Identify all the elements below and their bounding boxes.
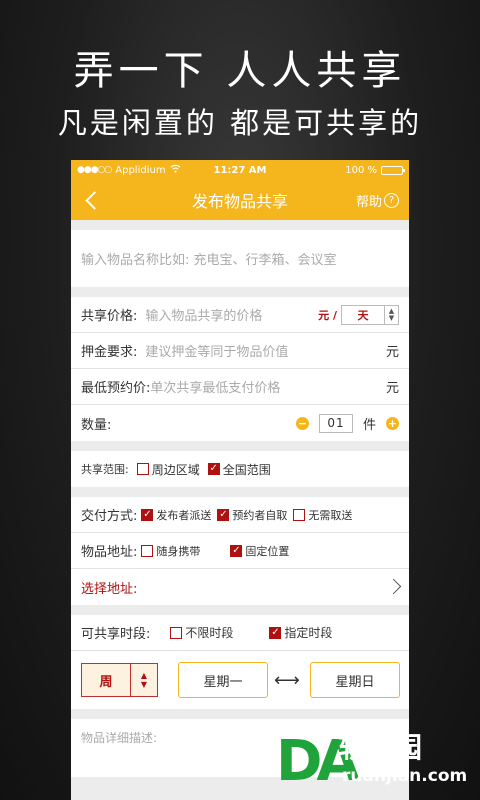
checkbox-icon — [170, 626, 183, 639]
range-section: 共享范围: 周边区域 ✓ 全国范围 — [71, 451, 409, 487]
range-option-nationwide[interactable]: ✓ 全国范围 — [207, 461, 271, 478]
min-price-label: 最低预约价: — [81, 381, 151, 396]
plus-icon[interactable]: + — [386, 416, 399, 430]
price-label: 共享价格: — [81, 309, 138, 324]
price-row: 共享价格: 输入物品共享的价格 元 / 天 ▲ ▼ — [71, 297, 409, 333]
address-select-row[interactable]: 选择地址: — [71, 569, 409, 605]
delivery-row: 交付方式: ✓ 发布者派送 ✓ 预约者自取 无需取送 — [71, 497, 409, 533]
quantity-label: 数量: — [81, 417, 112, 433]
time-slot-section: 可共享时段: 不限时段 ✓ 指定时段 周 ▲ ▼ 星期一 ⟷ 星期日 — [71, 615, 409, 709]
time-slot-row: 可共享时段: 不限时段 ✓ 指定时段 — [71, 615, 409, 651]
quantity-row: 数量: − 01 件 + — [71, 405, 409, 441]
checkbox-icon: ✓ — [141, 508, 154, 521]
checkbox-icon: ✓ — [269, 626, 282, 639]
logo-domain: ruanjian.com — [342, 766, 468, 786]
start-day-button[interactable]: 星期一 — [178, 662, 268, 698]
location-label: 物品地址: — [81, 545, 138, 560]
delivery-option-publisher[interactable]: ✓ 发布者派送 — [141, 507, 211, 523]
week-unit-value: 周 — [99, 674, 113, 690]
week-unit-select[interactable]: 周 ▲ ▼ — [81, 663, 158, 697]
deposit-unit: 元 — [385, 345, 399, 360]
minus-icon[interactable]: − — [295, 416, 309, 430]
quantity-input[interactable]: 01 — [318, 413, 353, 433]
checkbox-icon: ✓ — [207, 463, 220, 475]
min-price-unit: 元 — [385, 381, 399, 396]
quantity-unit: 件 — [362, 417, 376, 433]
deposit-input[interactable]: 建议押金等同于物品价值 — [145, 341, 288, 360]
updown-arrow-icon: ▲ ▼ — [384, 305, 398, 324]
item-name-input[interactable]: 输入物品名称比如: 充电宝、行李箱、会议室 — [71, 230, 409, 287]
location-option-carry[interactable]: 随身携带 — [141, 543, 200, 559]
checkbox-icon — [141, 544, 154, 557]
checkbox-icon: ✓ — [217, 508, 230, 521]
help-label: 帮助 — [355, 194, 382, 210]
end-day-button[interactable]: 星期日 — [310, 662, 400, 698]
location-row: 物品地址: 随身携带 ✓ 固定位置 — [71, 533, 409, 569]
chevron-right-icon — [385, 578, 402, 595]
back-icon[interactable] — [81, 188, 101, 212]
range-row: 共享范围: 周边区域 ✓ 全国范围 — [71, 451, 409, 487]
updown-arrow-icon: ▲ ▼ — [130, 664, 157, 696]
double-arrow-icon: ⟷ — [274, 669, 300, 691]
delivery-section: 交付方式: ✓ 发布者派送 ✓ 预约者自取 无需取送 物品地址: 随身携带 ✓ 固定位… — [71, 497, 409, 605]
watermark-logo: DA 软件园 ruanjian.com — [276, 730, 472, 794]
price-period-select[interactable]: 天 ▲ ▼ — [341, 304, 399, 325]
range-label: 共享范围: — [81, 463, 129, 476]
address-label: 选择地址: — [81, 581, 138, 597]
min-price-input[interactable]: 单次共享最低支付价格 — [150, 377, 280, 396]
deposit-row: 押金要求: 建议押金等同于物品价值 元 — [71, 333, 409, 369]
promo-headline: 弄一下 人人共享 — [73, 48, 407, 94]
battery-percent: 100 % — [345, 164, 377, 176]
time-slot-option-specific[interactable]: ✓ 指定时段 — [269, 624, 332, 641]
nav-bar: 发布物品共享 帮助 ? — [71, 180, 409, 220]
delivery-option-pickup[interactable]: ✓ 预约者自取 — [217, 507, 287, 523]
location-option-fixed[interactable]: ✓ 固定位置 — [230, 543, 289, 559]
logo-brand: 软件园 — [338, 731, 423, 764]
range-option-nearby[interactable]: 周边区域 — [136, 461, 200, 478]
phone-screen: ●●●○○ Applidium 11:27 AM 100 % 发布物品共享 帮助… — [71, 160, 409, 800]
delivery-label: 交付方式: — [81, 509, 138, 524]
price-currency: 元 / — [318, 308, 337, 322]
page-title: 发布物品共享 — [191, 192, 288, 211]
delivery-option-none[interactable]: 无需取送 — [293, 507, 352, 523]
deposit-label: 押金要求: — [81, 345, 138, 360]
status-bar: ●●●○○ Applidium 11:27 AM 100 % — [71, 160, 409, 180]
quantity-stepper: − 01 件 + — [295, 413, 399, 433]
item-name-section: 输入物品名称比如: 充电宝、行李箱、会议室 — [71, 230, 409, 287]
question-icon: ? — [384, 192, 399, 208]
promo-subheadline: 凡是闲置的 都是可共享的 — [57, 106, 423, 140]
week-range-row: 周 ▲ ▼ 星期一 ⟷ 星期日 — [71, 651, 409, 709]
price-period-value: 天 — [357, 308, 369, 322]
price-input[interactable]: 输入物品共享的价格 — [145, 305, 262, 324]
time-slot-option-any[interactable]: 不限时段 — [170, 624, 233, 641]
min-price-row: 最低预约价: 单次共享最低支付价格 元 — [71, 369, 409, 405]
checkbox-icon: ✓ — [230, 544, 243, 557]
time-slot-label: 可共享时段: — [81, 627, 151, 642]
checkbox-icon — [136, 463, 149, 475]
checkbox-icon — [293, 508, 306, 521]
pricing-section: 共享价格: 输入物品共享的价格 元 / 天 ▲ ▼ 押金要求: 建议押金等同于物品… — [71, 297, 409, 441]
battery-icon — [381, 165, 405, 175]
help-button[interactable]: 帮助 ? — [356, 191, 399, 210]
